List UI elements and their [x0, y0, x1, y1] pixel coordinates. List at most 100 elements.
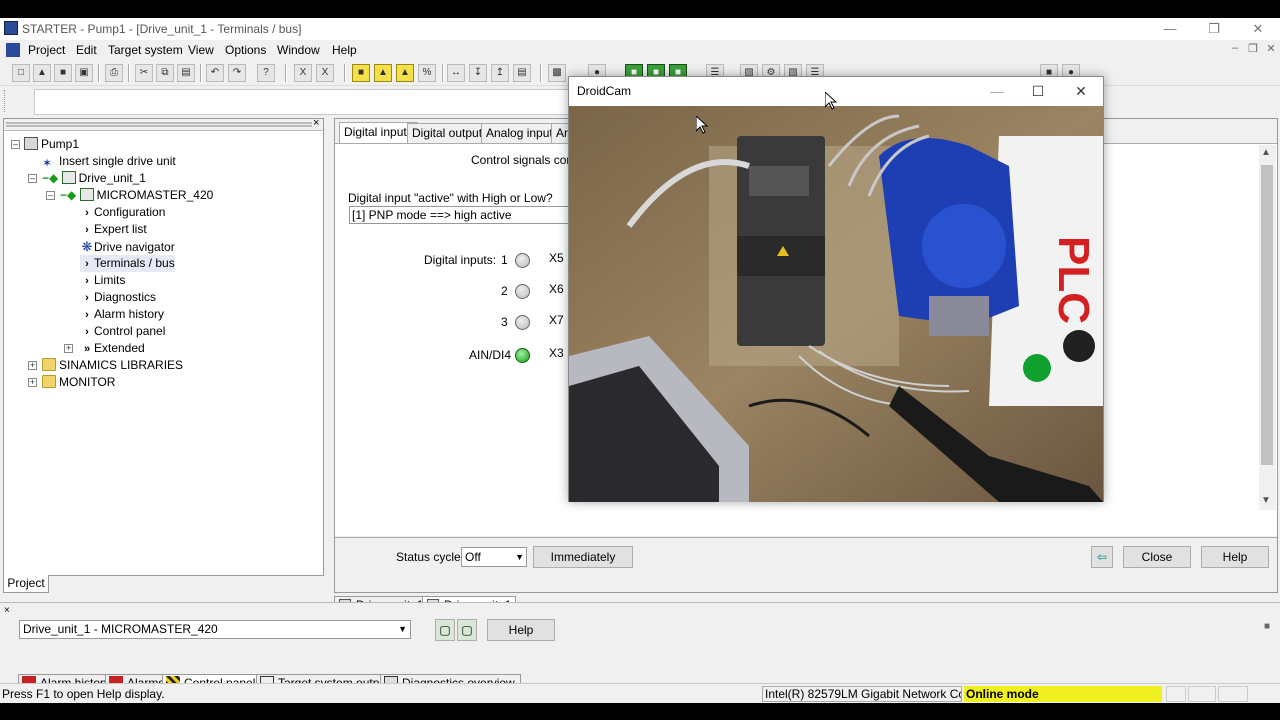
tree-node-micromaster[interactable]: −◆ MICROMASTER_420	[60, 187, 213, 204]
toolbar-grip[interactable]	[4, 90, 6, 112]
tree-item-alarm-history[interactable]: › Alarm history	[80, 306, 164, 323]
new-icon[interactable]: □	[12, 64, 30, 82]
help-button[interactable]: Help	[1201, 546, 1269, 568]
tree-item-control-panel[interactable]: › Control panel	[80, 323, 165, 340]
pnp-mode-select[interactable]: [1] PNP mode ==> high active	[349, 206, 579, 224]
input-number-2: 2	[501, 284, 508, 298]
upload-icon[interactable]: ▲	[396, 64, 414, 82]
camera-feed: PLC	[569, 106, 1103, 502]
undo-icon[interactable]: ↶	[206, 64, 224, 82]
menu-window[interactable]: Window	[277, 43, 320, 57]
tool-x2-icon[interactable]: X	[316, 64, 334, 82]
document-icon[interactable]	[6, 43, 20, 57]
open-icon[interactable]: ▲	[33, 64, 51, 82]
device-icon	[79, 188, 94, 201]
mouse-cursor-icon	[824, 90, 838, 113]
tree-item-extended[interactable]: » Extended	[80, 340, 145, 357]
back-arrow-icon[interactable]: ⇦	[1091, 546, 1113, 568]
minimize-icon[interactable]: —	[1148, 18, 1192, 40]
svg-text:PLC: PLC	[1049, 236, 1098, 324]
expand-extended-icon[interactable]: +	[64, 344, 73, 353]
drive-select[interactable]: Drive_unit_1 - MICROMASTER_420 ▼	[19, 620, 411, 639]
detail-help-button[interactable]: Help	[487, 619, 555, 641]
upload-pg-icon[interactable]: ↥	[491, 64, 509, 82]
scroll-thumb[interactable]	[1261, 165, 1273, 465]
terminal-label-3: X7	[549, 313, 564, 327]
menu-view[interactable]: View	[188, 43, 214, 57]
project-navigator: × – Pump1 ✶ Insert single drive unit – −◆…	[3, 117, 324, 576]
save-compile-icon[interactable]: ▣	[75, 64, 93, 82]
close-button[interactable]: Close	[1123, 546, 1191, 568]
tree-item-configuration[interactable]: › Configuration	[80, 204, 165, 221]
collapse-pump1-icon[interactable]: –	[11, 140, 20, 149]
terminal-label-4: X3	[549, 346, 564, 360]
panel-bottom-bar: Status cycle: Off ▼ Immediately ⇦ Close …	[335, 537, 1277, 592]
tool-x1-icon[interactable]: X	[294, 64, 312, 82]
ram-rom-icon[interactable]: ▤	[513, 64, 531, 82]
expand-monitor-icon[interactable]: +	[28, 378, 37, 387]
tree-item-drive-navigator[interactable]: ❋ Drive navigator	[80, 238, 175, 255]
droidcam-close-icon[interactable]: ✕	[1061, 81, 1101, 101]
menu-project[interactable]: Project	[28, 43, 65, 57]
expand-libraries-icon[interactable]: +	[28, 361, 37, 370]
paste-icon[interactable]: ▤	[177, 64, 195, 82]
menu-options[interactable]: Options	[225, 43, 266, 57]
tree-node-pump1[interactable]: Pump1	[24, 136, 79, 153]
droidcam-minimize-icon[interactable]: —	[977, 81, 1017, 101]
menu-edit[interactable]: Edit	[76, 43, 97, 57]
load-project-icon[interactable]: ▲	[374, 64, 392, 82]
chevron-right-icon: ›	[85, 326, 89, 338]
terminal-label-2: X6	[549, 282, 564, 296]
mode-label: Digital input "active" with High or Low?	[348, 191, 553, 205]
detail-close-icon[interactable]: ×	[4, 605, 10, 616]
close-icon[interactable]: ✕	[1236, 18, 1280, 40]
collapse-device-icon[interactable]: –	[46, 191, 55, 200]
droidcam-title: DroidCam	[577, 84, 632, 98]
immediately-button[interactable]: Immediately	[533, 546, 633, 568]
tab-digital-inputs[interactable]: Digital inputs	[339, 122, 418, 144]
tree-node-drive-unit[interactable]: −◆ Drive_unit_1	[42, 170, 146, 187]
compare-icon[interactable]: %	[418, 64, 436, 82]
input-number-4: AIN/DI4	[469, 348, 512, 362]
menu-target-system[interactable]: Target system	[108, 43, 183, 57]
tree-item-limits[interactable]: › Limits	[80, 272, 125, 289]
scroll-down-icon[interactable]: ▼	[1261, 495, 1271, 506]
mdi-close-icon[interactable]: ✕	[1264, 42, 1278, 56]
cut-icon[interactable]: ✂	[135, 64, 153, 82]
download-icon[interactable]: ↧	[469, 64, 487, 82]
panel-grip[interactable]	[6, 122, 312, 127]
connect-icon[interactable]: ↔	[447, 64, 465, 82]
project-tab[interactable]: Project	[3, 575, 49, 593]
tree-node-insert-drive[interactable]: ✶ Insert single drive unit	[42, 153, 176, 170]
redo-icon[interactable]: ↷	[228, 64, 246, 82]
status-cycle-select[interactable]: Off ▼	[461, 547, 527, 567]
toolbar-combo[interactable]	[34, 89, 574, 115]
accessible-nodes-icon[interactable]: ▩	[548, 64, 566, 82]
tree-item-terminals-bus[interactable]: › Terminals / bus	[80, 255, 175, 272]
scroll-up-icon[interactable]: ▲	[1261, 147, 1271, 158]
save-icon[interactable]: ■	[54, 64, 72, 82]
copy-icon[interactable]: ⧉	[156, 64, 174, 82]
tree-item-expert-list[interactable]: › Expert list	[80, 221, 147, 238]
input-number-1: 1	[501, 253, 508, 267]
online-mode-indicator: Online mode	[964, 686, 1162, 702]
droidcam-maximize-icon[interactable]: ☐	[1018, 81, 1058, 101]
control-enable-icon[interactable]: ▢	[457, 619, 477, 641]
collapse-drive-unit-icon[interactable]: –	[28, 174, 37, 183]
mdi-restore-icon[interactable]: ❐	[1246, 42, 1260, 56]
restore-icon[interactable]: ❐	[1192, 18, 1236, 40]
mdi-minimize-icon[interactable]: –	[1228, 42, 1242, 56]
vertical-scrollbar[interactable]: ▲ ▼	[1259, 145, 1276, 510]
menu-help[interactable]: Help	[332, 43, 357, 57]
mouse-cursor-icon	[695, 114, 709, 137]
tree-node-libraries[interactable]: SINAMICS LIBRARIES	[42, 357, 183, 374]
navigator-close-icon[interactable]: ×	[313, 117, 319, 129]
tree-item-diagnostics[interactable]: › Diagnostics	[80, 289, 156, 306]
help-pointer-icon[interactable]: ?	[257, 64, 275, 82]
di2-status-led	[515, 284, 530, 299]
print-icon[interactable]: ⎙	[105, 64, 123, 82]
control-priority-icon[interactable]: ▢	[435, 619, 455, 641]
chevron-double-right-icon: »	[83, 343, 91, 355]
tree-node-monitor[interactable]: MONITOR	[42, 374, 115, 391]
project-view-icon[interactable]: ■	[352, 64, 370, 82]
